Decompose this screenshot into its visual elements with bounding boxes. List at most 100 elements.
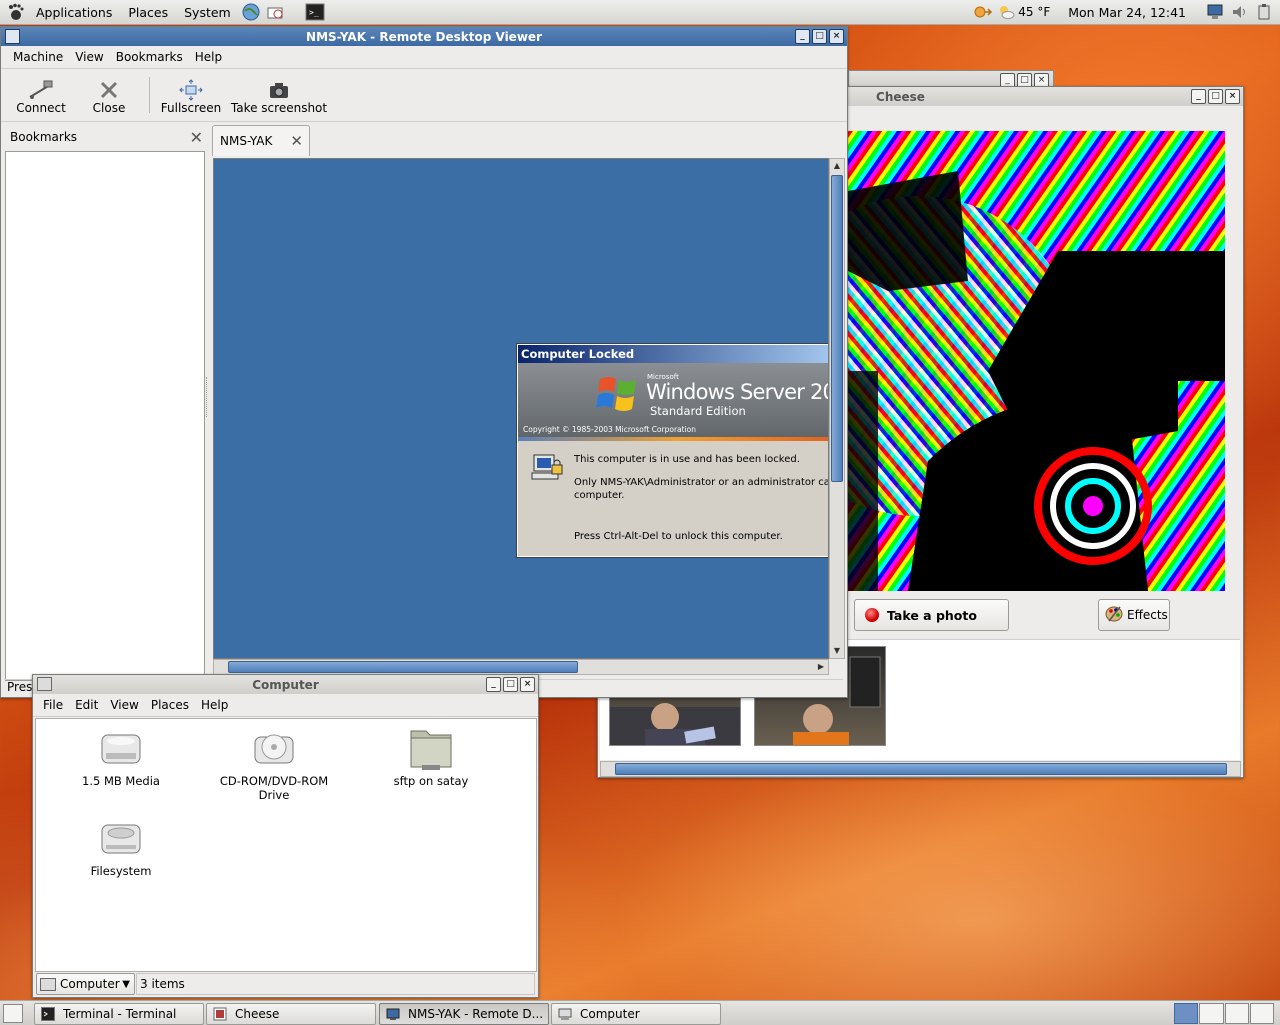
task-computer[interactable]: Computer — [551, 1003, 721, 1025]
bookmarks-close-icon[interactable]: ✕ — [190, 128, 203, 147]
rdv-title: NMS-YAK - Remote Desktop Viewer — [306, 29, 542, 44]
locked-line-4: Press Ctrl-Alt-Del to unlock this comput… — [574, 531, 783, 542]
close-icon[interactable]: × — [1225, 89, 1240, 104]
bookmarks-list[interactable] — [5, 151, 205, 681]
effects-label: Effects — [1127, 608, 1168, 622]
task-label: Cheese — [235, 1007, 280, 1021]
remote-desktop-icon — [386, 1008, 400, 1020]
locked-title: Computer Locked — [521, 347, 635, 361]
computer-app-icon — [37, 677, 52, 691]
drive-item-sftp[interactable]: sftp on satay — [376, 725, 486, 788]
scrollbar-thumb[interactable] — [228, 661, 578, 673]
scroll-up-icon[interactable]: ▲ — [830, 159, 844, 173]
bookmarks-header: Bookmarks ✕ — [5, 125, 205, 149]
locked-line-3: computer. — [574, 490, 625, 501]
menu-file[interactable]: File — [37, 698, 69, 712]
remote-screen[interactable]: Computer Locked Microsoft Windows Server… — [213, 158, 829, 659]
location-dropdown[interactable]: Computer ▼ — [36, 973, 135, 995]
record-icon — [865, 608, 879, 622]
tab-close-icon[interactable]: ✕ — [290, 132, 303, 150]
workspace-2[interactable] — [1199, 1003, 1224, 1024]
computer-titlebar[interactable]: Computer _ □ × — [33, 675, 538, 694]
web-browser-icon[interactable] — [241, 2, 261, 22]
weather-temperature[interactable]: 45 °F — [1018, 5, 1050, 19]
menu-help[interactable]: Help — [195, 698, 234, 712]
task-cheese[interactable]: Cheese — [206, 1003, 376, 1025]
weather-icon[interactable] — [996, 2, 1016, 22]
task-remote-desktop[interactable]: NMS-YAK - Remote D... — [379, 1003, 549, 1025]
update-notifier-icon[interactable] — [972, 2, 993, 22]
computer-locked-dialog: Computer Locked Microsoft Windows Server… — [516, 343, 828, 558]
harddisk-icon — [101, 824, 141, 854]
brand-edition: Standard Edition — [650, 404, 746, 418]
scrollbar-thumb[interactable] — [615, 763, 1227, 775]
minimize-icon[interactable]: _ — [1191, 89, 1206, 104]
show-desktop-icon[interactable] — [3, 1004, 23, 1023]
computer-icon — [558, 1008, 572, 1020]
system-menu[interactable]: System — [176, 5, 239, 20]
maximize-icon[interactable]: □ — [1208, 89, 1223, 104]
connect-button[interactable]: Connect — [11, 71, 71, 115]
places-menu[interactable]: Places — [120, 5, 176, 20]
brand-copyright: Copyright © 1985-2003 Microsoft Corporat… — [523, 425, 696, 434]
drive-item-filesystem[interactable]: Filesystem — [66, 815, 176, 878]
close-icon[interactable]: × — [520, 677, 535, 692]
workspace-switcher[interactable] — [1174, 1003, 1274, 1024]
minimize-icon[interactable]: _ — [486, 677, 501, 692]
maximize-icon[interactable]: □ — [503, 677, 518, 692]
menu-places[interactable]: Places — [145, 698, 195, 712]
menu-view[interactable]: View — [69, 50, 109, 64]
take-screenshot-button[interactable]: Take screenshot — [229, 71, 329, 115]
volume-icon[interactable] — [1230, 2, 1250, 22]
scroll-down-icon[interactable]: ▼ — [830, 644, 844, 658]
menu-edit[interactable]: Edit — [69, 698, 104, 712]
webcam-preview — [848, 131, 1225, 591]
fullscreen-button[interactable]: Fullscreen — [159, 71, 223, 115]
locked-titlebar: Computer Locked — [518, 345, 828, 363]
minimize-icon[interactable]: _ — [795, 29, 810, 44]
menu-help[interactable]: Help — [189, 50, 228, 64]
workspace-4[interactable] — [1249, 1003, 1274, 1024]
floppy-icon — [101, 734, 141, 764]
banner-stripe — [518, 437, 828, 441]
clock[interactable]: Mon Mar 24, 12:41 — [1068, 5, 1186, 20]
thumbnail-scrollbar[interactable] — [600, 761, 1241, 777]
computer-menubar: File Edit View Places Help — [33, 694, 538, 717]
take-screenshot-label: Take screenshot — [230, 101, 328, 115]
menu-view[interactable]: View — [104, 698, 144, 712]
workspace-1[interactable] — [1174, 1003, 1199, 1024]
scrollbar-thumb[interactable] — [831, 175, 843, 482]
svg-text:>_: >_ — [309, 8, 319, 17]
workspace-3[interactable] — [1224, 1003, 1249, 1024]
task-terminal[interactable]: Terminal - Terminal — [34, 1003, 204, 1025]
terminal-launcher-icon[interactable]: >_ — [305, 2, 325, 22]
menu-bookmarks[interactable]: Bookmarks — [110, 50, 189, 64]
vertical-scrollbar[interactable]: ▲ ▼ — [829, 158, 845, 659]
take-photo-button[interactable]: Take a photo — [854, 599, 1009, 631]
tab-nms-yak[interactable]: NMS-YAK ✕ — [212, 125, 310, 156]
maximize-icon[interactable]: □ — [812, 29, 827, 44]
location-value: Computer — [60, 977, 120, 991]
network-icon[interactable] — [1206, 2, 1226, 22]
rdv-titlebar[interactable]: NMS-YAK - Remote Desktop Viewer _ □ × — [1, 27, 847, 46]
effects-button[interactable]: Effects — [1098, 599, 1170, 631]
icon-view[interactable]: 1.5 MB Media CD-ROM/DVD-ROM Drive sftp o… — [35, 718, 537, 972]
pane-resize-handle[interactable] — [206, 377, 211, 417]
drive-item-floppy[interactable]: 1.5 MB Media — [66, 725, 176, 788]
mail-client-icon[interactable] — [265, 2, 285, 22]
windows-flag-icon — [596, 377, 636, 411]
close-button[interactable]: Close — [81, 71, 137, 115]
menu-machine[interactable]: Machine — [7, 50, 69, 64]
window-buttons: _ □ × — [795, 29, 844, 44]
computer-window: Computer _ □ × File Edit View Places Hel… — [32, 674, 539, 998]
applications-menu[interactable]: Applications — [28, 5, 120, 20]
close-icon[interactable]: × — [829, 29, 844, 44]
horizontal-scrollbar[interactable]: ▶ — [213, 659, 829, 675]
computer-small-icon — [40, 977, 56, 991]
tab-label: NMS-YAK — [220, 134, 273, 148]
drive-item-cdrom[interactable]: CD-ROM/DVD-ROM Drive — [212, 725, 336, 802]
item-count: 3 items — [140, 977, 185, 991]
scroll-right-icon[interactable]: ▶ — [814, 660, 828, 674]
gnome-foot-icon[interactable] — [6, 2, 26, 22]
power-icon[interactable] — [1254, 2, 1274, 22]
